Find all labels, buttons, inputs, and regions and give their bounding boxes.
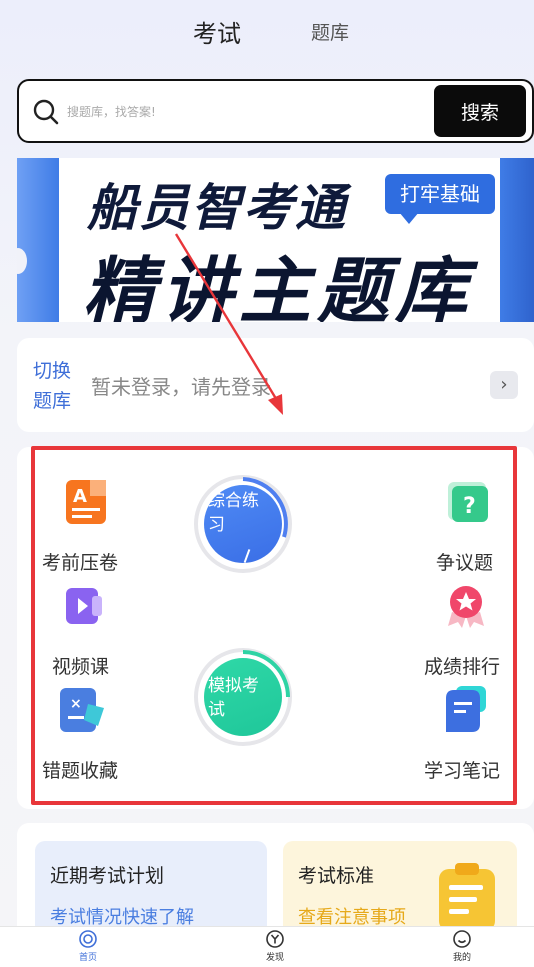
card-title: 近期考试计划 bbox=[50, 865, 165, 887]
search-button[interactable]: 搜索 bbox=[434, 85, 526, 137]
nav-discover[interactable]: 发现 bbox=[245, 929, 305, 963]
search-icon bbox=[33, 99, 59, 125]
nav-home[interactable]: 首页 bbox=[58, 929, 118, 963]
tab-question-bank[interactable]: 题库 bbox=[311, 18, 349, 45]
home-icon bbox=[79, 930, 97, 948]
banner-left-strip bbox=[17, 158, 59, 322]
nav-label: 发现 bbox=[265, 953, 284, 963]
banner-right-strip bbox=[500, 158, 534, 322]
discover-icon bbox=[266, 930, 284, 948]
clipboard-icon bbox=[439, 863, 495, 931]
bottom-nav: 首页 发现 我的 bbox=[0, 926, 534, 967]
chevron-right-icon[interactable]: › bbox=[490, 371, 518, 399]
switch-bank-button[interactable]: 切换题库 bbox=[33, 356, 81, 416]
top-tabs: 考试 题库 bbox=[0, 0, 534, 62]
search-input[interactable] bbox=[67, 101, 427, 123]
banner-subtitle: 精讲主题库 bbox=[83, 249, 474, 322]
promo-banner[interactable]: 船员智考通 打牢基础 精讲主题库 bbox=[17, 158, 534, 322]
search-bar: 搜索 bbox=[17, 79, 534, 143]
nav-label: 首页 bbox=[78, 953, 97, 963]
tab-exam[interactable]: 考试 bbox=[193, 14, 241, 49]
card-title: 考试标准 bbox=[298, 865, 375, 887]
nav-profile[interactable]: 我的 bbox=[432, 929, 492, 963]
login-card[interactable]: 切换题库 暂未登录，请先登录 › bbox=[17, 338, 534, 432]
login-prompt[interactable]: 暂未登录，请先登录 bbox=[91, 371, 271, 400]
nav-label: 我的 bbox=[452, 953, 471, 963]
profile-icon bbox=[453, 930, 471, 948]
banner-tag: 打牢基础 bbox=[385, 174, 495, 224]
banner-title: 船员智考通 bbox=[87, 179, 347, 237]
annotation-highlight-box bbox=[31, 446, 517, 805]
